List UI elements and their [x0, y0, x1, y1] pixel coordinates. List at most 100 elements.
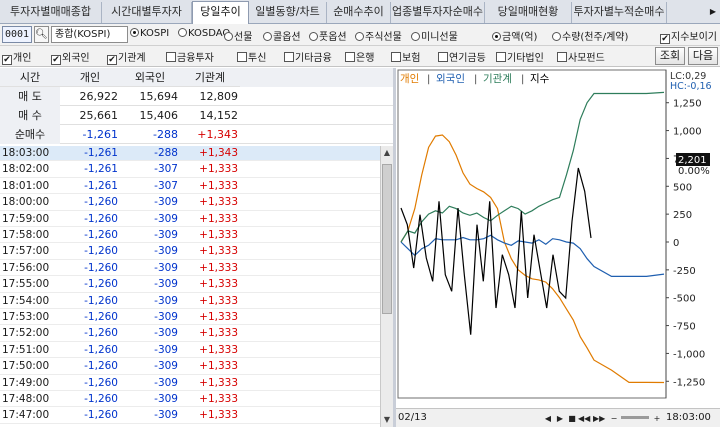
- table-row[interactable]: 17:57:00 -1,260 -309 +1,333: [0, 244, 380, 260]
- column-header[interactable]: 개인: [60, 68, 120, 87]
- tab-3[interactable]: 당일추이: [192, 1, 249, 24]
- index-toggle-checkbox[interactable]: ✔: [660, 34, 670, 44]
- tab-5[interactable]: 순매수추이: [327, 2, 391, 23]
- tab-2[interactable]: 시간대별투자자: [102, 2, 192, 23]
- time-cell: 17:50:00: [2, 360, 50, 373]
- radio-icon[interactable]: [492, 32, 501, 41]
- filter-4[interactable]: 금융투자: [166, 49, 214, 64]
- checkbox-icon[interactable]: [557, 52, 567, 62]
- tab-4[interactable]: 일별동향/차트: [249, 2, 327, 23]
- checkbox-icon[interactable]: [438, 52, 448, 62]
- time-cell: 18:01:00: [2, 179, 50, 192]
- unit-radio-1[interactable]: 금액(억): [492, 28, 537, 43]
- scrollbar-thumb[interactable]: [382, 164, 392, 314]
- chart-scrollbar[interactable]: 02/13 ◀ ▶ ■ ◀◀ ▶▶ − + 18:03:00: [396, 408, 720, 427]
- zoom-slider[interactable]: [621, 416, 649, 419]
- checkbox-icon[interactable]: [237, 52, 247, 62]
- checkbox-icon[interactable]: [284, 52, 294, 62]
- table-row[interactable]: 17:47:00 -1,260 -309 +1,333: [0, 408, 380, 424]
- filter-1[interactable]: ✔ 개인: [2, 49, 31, 65]
- market-radio-6[interactable]: 주식선물: [355, 28, 402, 43]
- table-row[interactable]: 17:59:00 -1,260 -309 +1,333: [0, 212, 380, 227]
- checkbox-icon[interactable]: [391, 52, 401, 62]
- table-row[interactable]: 17:55:00 -1,260 -309 +1,333: [0, 277, 380, 293]
- checkbox-icon[interactable]: ✔: [107, 55, 117, 65]
- market-radio-label: KOSPI: [140, 28, 170, 39]
- table-row[interactable]: 17:56:00 -1,260 -309 +1,333: [0, 261, 380, 277]
- table-row[interactable]: 17:54:00 -1,260 -309 +1,333: [0, 294, 380, 309]
- unit-radio-2[interactable]: 수량(천주/계약): [552, 28, 628, 43]
- filter-9[interactable]: 연기금등: [438, 49, 486, 64]
- table-scrollbar[interactable]: ▲ ▼: [380, 146, 393, 427]
- column-header[interactable]: 외국인: [120, 68, 180, 87]
- radio-icon[interactable]: [178, 28, 187, 37]
- radio-icon[interactable]: [130, 28, 139, 37]
- table-row[interactable]: 17:53:00 -1,260 -309 +1,333: [0, 310, 380, 326]
- market-radio-7[interactable]: 미니선물: [411, 28, 458, 43]
- filter-11[interactable]: 사모펀드: [557, 49, 605, 64]
- table-row[interactable]: 18:01:00 -1,261 -307 +1,333: [0, 179, 380, 195]
- radio-icon[interactable]: [355, 32, 364, 41]
- filter-8[interactable]: 보험: [391, 49, 420, 64]
- tab-1[interactable]: 투자자별매매종합: [0, 2, 102, 23]
- market-radio-2[interactable]: KOSDAQ: [178, 28, 230, 39]
- tab-6[interactable]: 업종별투자자순매수: [391, 2, 485, 23]
- market-radio-1[interactable]: KOSPI: [130, 28, 169, 39]
- value-cell: +1,333: [199, 163, 238, 176]
- market-radio-3[interactable]: 선물: [224, 28, 252, 43]
- scroll-left-icon[interactable]: ◀: [542, 412, 554, 425]
- filter-label: 연기금등: [449, 53, 486, 64]
- scroll-right-icon[interactable]: ▶: [554, 412, 566, 425]
- table-row[interactable]: 18:00:00 -1,260 -309 +1,333: [0, 195, 380, 211]
- header-filler: [240, 68, 393, 87]
- checkbox-icon[interactable]: [496, 52, 506, 62]
- table-row[interactable]: 17:49:00 -1,260 -309 +1,333: [0, 376, 380, 391]
- search-icon[interactable]: 🔍︎: [34, 26, 49, 43]
- index-toggle[interactable]: ✔ 지수보이기: [660, 28, 717, 44]
- market-radio-5[interactable]: 풋옵션: [309, 28, 347, 43]
- checkbox-icon[interactable]: ✔: [51, 55, 61, 65]
- filter-2[interactable]: ✔ 외국인: [51, 49, 90, 65]
- radio-icon[interactable]: [309, 32, 318, 41]
- filter-7[interactable]: 은행: [345, 49, 374, 64]
- table-row[interactable]: 17:58:00 -1,260 -309 +1,333: [0, 228, 380, 244]
- table-row[interactable]: 17:52:00 -1,260 -309 +1,333: [0, 326, 380, 342]
- filter-3[interactable]: ✔ 기관계: [107, 49, 146, 65]
- next-button[interactable]: 다음: [688, 47, 718, 65]
- tab-scroll-icon[interactable]: ▶: [706, 3, 720, 21]
- forward-icon[interactable]: ▶▶: [593, 412, 605, 425]
- value-cell: +1,333: [199, 278, 238, 291]
- zoom-out-icon[interactable]: −: [608, 412, 620, 425]
- zoom-in-icon[interactable]: +: [651, 412, 663, 425]
- table-row[interactable]: 18:03:00 -1,261 -288 +1,343: [0, 146, 380, 162]
- column-header[interactable]: 기관계: [180, 68, 240, 87]
- filter-label: 투신: [248, 53, 267, 64]
- table-row[interactable]: 18:02:00 -1,261 -307 +1,333: [0, 162, 380, 178]
- scroll-down-icon[interactable]: ▼: [381, 413, 393, 427]
- tab-8[interactable]: 투자자별누적순매수: [572, 2, 667, 23]
- table-row[interactable]: 17:48:00 -1,260 -309 +1,333: [0, 392, 380, 408]
- filter-10[interactable]: 기타법인: [496, 49, 544, 64]
- filter-5[interactable]: 투신: [237, 49, 266, 64]
- filter-6[interactable]: 기타금융: [284, 49, 332, 64]
- summary-value: +1,343: [197, 128, 238, 141]
- market-radio-4[interactable]: 콜옵션: [263, 28, 301, 43]
- summary-header-row: 시간 개인 외국인 기관계: [0, 68, 393, 87]
- radio-icon[interactable]: [263, 32, 272, 41]
- radio-icon[interactable]: [224, 32, 233, 41]
- tab-7[interactable]: 당일매매현황: [485, 2, 572, 23]
- rewind-icon[interactable]: ◀◀: [578, 412, 590, 425]
- table-row[interactable]: 17:50:00 -1,260 -309 +1,333: [0, 359, 380, 375]
- checkbox-icon[interactable]: ✔: [2, 55, 12, 65]
- query-button[interactable]: 조회: [655, 47, 685, 65]
- radio-icon[interactable]: [411, 32, 420, 41]
- column-header[interactable]: 시간: [0, 68, 60, 87]
- radio-icon[interactable]: [552, 32, 561, 41]
- code-input[interactable]: 0001: [2, 26, 32, 43]
- checkbox-icon[interactable]: [345, 52, 355, 62]
- stop-icon[interactable]: ■: [566, 412, 578, 425]
- table-row[interactable]: 17:51:00 -1,260 -309 +1,333: [0, 343, 380, 359]
- market-radio-label: 선물: [234, 32, 253, 43]
- scroll-up-icon[interactable]: ▲: [381, 146, 393, 160]
- checkbox-icon[interactable]: [166, 52, 176, 62]
